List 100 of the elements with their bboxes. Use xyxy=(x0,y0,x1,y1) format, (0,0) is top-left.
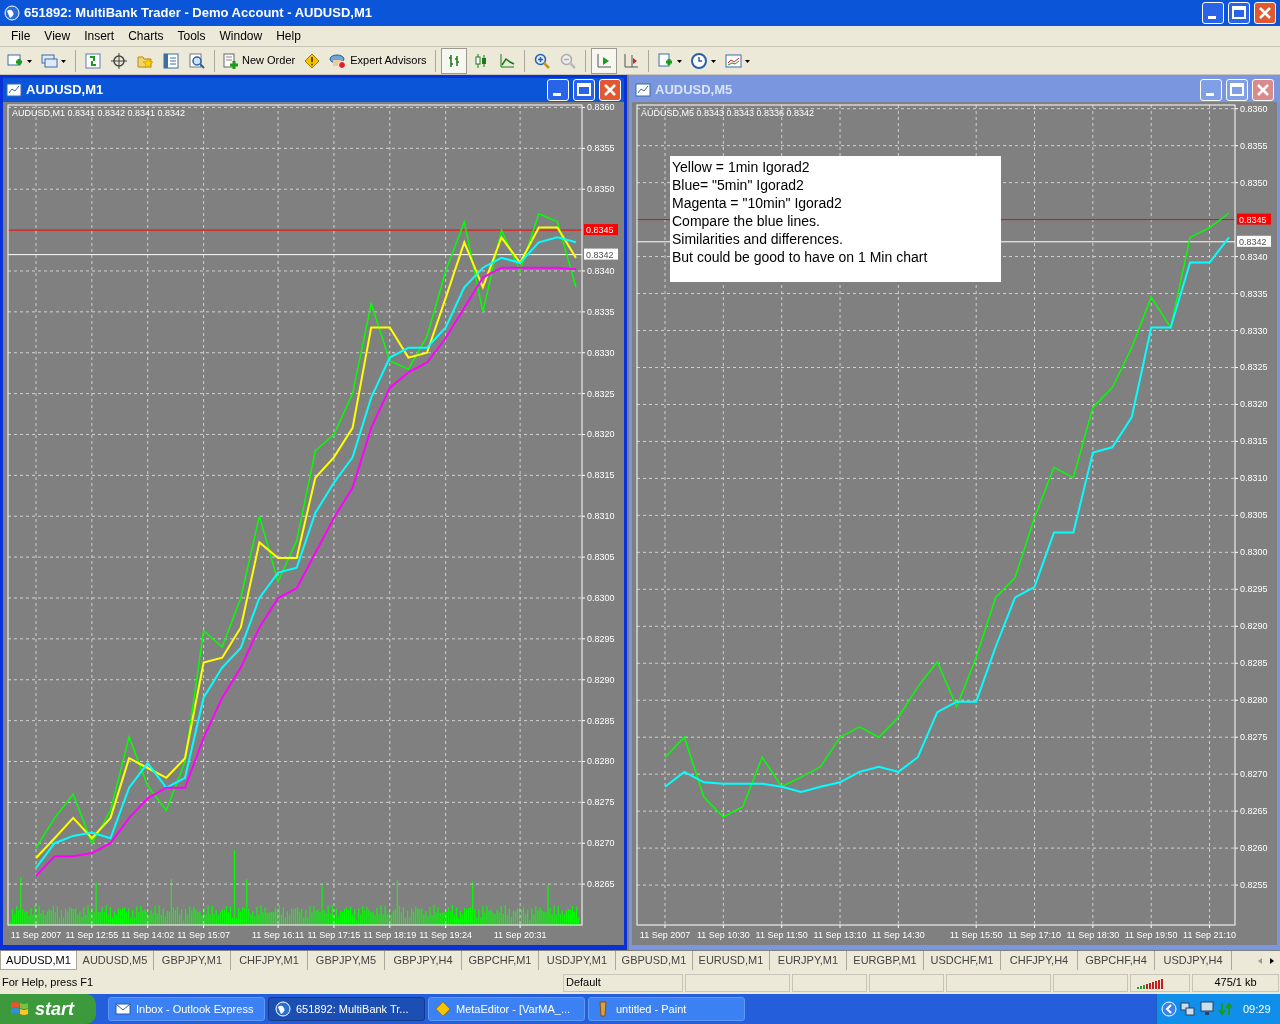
minimize-button[interactable] xyxy=(1202,2,1224,24)
menu-item[interactable]: Insert xyxy=(77,27,122,45)
chart-tab[interactable]: GBPUSD,M1 xyxy=(616,951,693,970)
monitors-icon[interactable] xyxy=(1199,1001,1215,1017)
new-order-button[interactable]: New Order xyxy=(220,48,299,73)
chart-tab[interactable]: GBPCHF,H4 xyxy=(1078,951,1155,970)
chart-header: AUDUSD,M1 0.8341 0.8342 0.8341 0.8342 xyxy=(12,108,186,118)
maximize-button[interactable] xyxy=(573,79,595,101)
chart-tab[interactable]: USDJPY,H4 xyxy=(1155,951,1232,970)
globe-icon xyxy=(275,1001,291,1017)
menu-item[interactable]: Help xyxy=(269,27,308,45)
autoscroll-icon[interactable] xyxy=(590,47,617,74)
globe-icon xyxy=(4,5,20,21)
axis-label: 0.8275 xyxy=(1240,732,1268,743)
menu-item[interactable]: View xyxy=(37,27,78,45)
axis-label: 0.8265 xyxy=(1240,806,1268,817)
axis-label: 0.8335 xyxy=(1240,288,1268,299)
minimize-button[interactable] xyxy=(1200,79,1222,101)
chart-window-icon xyxy=(6,82,22,98)
ref-line-label: 0.8345 xyxy=(1239,214,1267,225)
menu-item[interactable]: Tools xyxy=(170,27,213,45)
chart-tab[interactable]: EURUSD,M1 xyxy=(693,951,770,970)
chart-window-title: AUDUSD,M1 xyxy=(26,81,105,100)
chart-tab[interactable]: EURJPY,M1 xyxy=(770,951,847,970)
minimize-button[interactable] xyxy=(547,79,569,101)
chart-tab[interactable]: AUDUSD,M1 xyxy=(0,951,77,970)
chart-tab[interactable]: GBPJPY,H4 xyxy=(385,951,462,970)
axis-label: 0.8355 xyxy=(587,143,615,154)
axis-label: 0.8300 xyxy=(1240,547,1268,558)
axis-label: 0.8300 xyxy=(587,593,615,603)
close-button[interactable] xyxy=(1252,79,1274,101)
maximize-button[interactable] xyxy=(1228,2,1250,24)
expert-advisors-button[interactable]: Expert Advisors xyxy=(326,48,430,73)
diamond-icon xyxy=(435,1001,451,1017)
price-label: 0.8345 xyxy=(584,224,618,236)
taskbar-button[interactable]: untitled - Paint xyxy=(588,997,745,1021)
chart-tab[interactable]: GBPJPY,M1 xyxy=(154,951,231,970)
menu-item[interactable]: Window xyxy=(212,27,270,45)
axis-label: 0.8295 xyxy=(1240,584,1268,595)
scroll-left-icon[interactable] xyxy=(1256,956,1264,965)
maximize-button[interactable] xyxy=(1226,79,1248,101)
chart-tab[interactable]: CHFJPY,H4 xyxy=(1001,951,1078,970)
axis-label: 0.8340 xyxy=(587,265,615,276)
chart-tab[interactable]: USDCHF,M1 xyxy=(924,951,1001,970)
axis-label: 0.8290 xyxy=(1240,621,1268,632)
menu-item[interactable]: Charts xyxy=(121,27,171,45)
bar-chart-icon[interactable] xyxy=(440,47,467,74)
axis-label: 0.8270 xyxy=(1240,769,1268,780)
axis-label: 11 Sep 15:07 xyxy=(177,930,231,940)
axis-label: 11 Sep 15:50 xyxy=(949,930,1003,940)
axis-label: 0.8360 xyxy=(1240,103,1268,114)
document-plus-icon xyxy=(223,52,239,69)
chevron-icon[interactable] xyxy=(1161,1001,1177,1017)
axis-label: 11 Sep 14:02 xyxy=(121,930,175,940)
chart-tab[interactable]: CHFJPY,M1 xyxy=(231,951,308,970)
axis-label: 0.8315 xyxy=(1240,436,1268,447)
axis-label: 0.8325 xyxy=(587,388,615,399)
axis-label: 0.8315 xyxy=(587,470,615,481)
taskbar-button[interactable]: 651892: MultiBank Tr... xyxy=(268,997,425,1021)
network-icon[interactable] xyxy=(1180,1001,1196,1017)
close-button[interactable] xyxy=(599,79,621,101)
axis-label: 0.8305 xyxy=(587,552,615,563)
axis-label: 11 Sep 12:55 xyxy=(65,930,119,940)
chart-tab[interactable]: GBPCHF,M1 xyxy=(462,951,539,970)
scroll-right-icon[interactable] xyxy=(1268,956,1276,965)
axis-label: 11 Sep 19:50 xyxy=(1124,930,1178,940)
price-label: 0.8345 xyxy=(1237,213,1271,225)
close-button[interactable] xyxy=(1254,2,1276,24)
ref-line-label: 0.8342 xyxy=(586,249,614,260)
axis-label: 0.8285 xyxy=(587,715,615,726)
status-text: For Help, press F1 xyxy=(1,975,95,991)
start-button[interactable]: start xyxy=(0,994,96,1024)
taskbar-button[interactable]: Inbox - Outlook Express xyxy=(108,997,265,1021)
axis-label: 11 Sep 16:11 xyxy=(251,930,305,940)
connection-bars-icon xyxy=(1137,976,1164,989)
axis-label: 11 Sep 19:24 xyxy=(419,930,473,940)
clock: 09:29 xyxy=(1243,1001,1271,1017)
axis-label: 0.8335 xyxy=(587,306,615,317)
note-line: Magenta = "10min" Igorad2 xyxy=(672,194,843,212)
chart-tab[interactable]: USDJPY,M1 xyxy=(539,951,616,970)
axis-label: 0.8355 xyxy=(1240,140,1268,151)
chart-tab[interactable]: AUDUSD,M5 xyxy=(77,951,154,970)
chart-tab[interactable]: EURGBP,M1 xyxy=(847,951,924,970)
axis-label: 0.8285 xyxy=(1240,658,1268,669)
price-label: 0.8342 xyxy=(584,248,618,260)
axis-label: 11 Sep 17:10 xyxy=(1008,930,1061,940)
chart-tab[interactable]: GBPJPY,M5 xyxy=(308,951,385,970)
axis-label: 11 Sep 17:15 xyxy=(307,930,361,940)
axis-label: 11 Sep 14:30 xyxy=(871,930,925,940)
axis-label: 0.8255 xyxy=(1240,880,1268,891)
taskbar-button[interactable]: MetaEditor - [VarMA_... xyxy=(428,997,585,1021)
chart-header: AUDUSD,M5 0.8343 0.8343 0.8336 0.8342 xyxy=(641,108,815,118)
menu-item[interactable]: File xyxy=(4,27,38,45)
axis-label: 0.8340 xyxy=(1240,251,1268,262)
axis-label: 0.8305 xyxy=(1240,510,1268,521)
window-title: 651892: MultiBank Trader - Demo Account - AUDUSD,M1 xyxy=(24,4,373,23)
note-line: Similarities and differences. xyxy=(672,230,844,248)
chart-window-title: AUDUSD,M5 xyxy=(655,81,734,100)
note-line: Blue= "5min" Igorad2 xyxy=(672,176,805,194)
axis-label: 0.8260 xyxy=(1240,843,1268,854)
